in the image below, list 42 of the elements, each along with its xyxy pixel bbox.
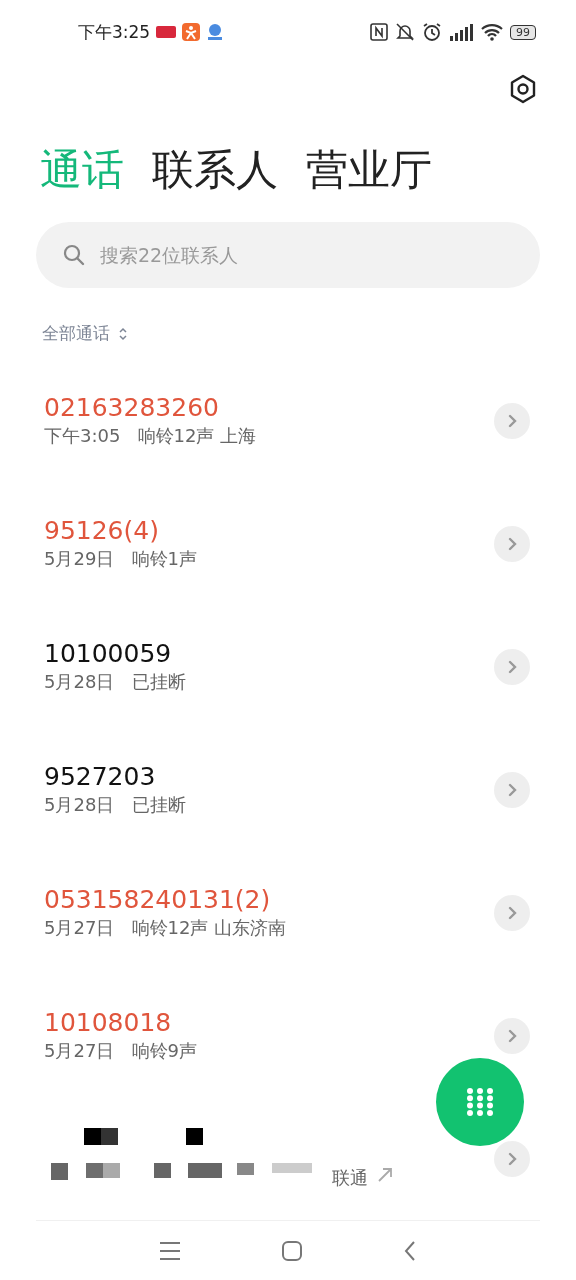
sort-caret-icon: [118, 326, 128, 341]
call-details: 5月27日 响铃12声 山东济南: [44, 916, 288, 940]
tab[interactable]: 营业厅: [306, 142, 432, 198]
details-button[interactable]: [494, 1017, 530, 1054]
details-button[interactable]: [494, 648, 530, 685]
signal-icon: [448, 22, 474, 42]
outgoing-arrow-icon: [376, 1165, 394, 1184]
details-button[interactable]: [494, 525, 530, 562]
home-button[interactable]: [281, 1239, 303, 1262]
call-details: 联通: [332, 1165, 368, 1190]
details-button[interactable]: [494, 402, 530, 439]
menu-button[interactable]: [159, 1240, 181, 1261]
call-details: 5月29日 响铃1声: [44, 547, 198, 571]
details-button[interactable]: [494, 894, 530, 931]
phone-number: 10100059: [44, 639, 173, 668]
details-button[interactable]: [494, 1140, 530, 1177]
phone-number: 02163283260: [44, 393, 220, 422]
search-field[interactable]: 搜索22位联系人: [36, 222, 540, 288]
call-details: 下午3:05 响铃12声 上海: [44, 424, 258, 448]
call-filter-dropdown[interactable]: 全部通话: [42, 322, 128, 345]
status-time: 下午3:25: [78, 20, 151, 44]
details-button[interactable]: [494, 771, 530, 808]
dialpad-icon: [466, 1087, 494, 1117]
app-notification-icon: [156, 26, 177, 38]
app-notification-icon: [206, 23, 225, 41]
alarm-icon: [422, 22, 442, 42]
call-details: 5月28日 已挂断: [44, 670, 187, 694]
nfc-icon: [370, 23, 388, 41]
phone-number: 95126(4): [44, 516, 160, 545]
wifi-icon: [480, 23, 504, 41]
mute-bell-icon: [394, 22, 416, 42]
app-notification-icon: [182, 23, 201, 41]
tab[interactable]: 联系人: [152, 142, 278, 198]
search-icon: [62, 243, 86, 267]
settings-button[interactable]: [508, 74, 538, 104]
back-button[interactable]: [403, 1239, 417, 1262]
call-details: 5月27日 响铃9声: [44, 1039, 198, 1063]
phone-number: 10108018: [44, 1008, 173, 1037]
call-details: 5月28日 已挂断: [44, 793, 187, 817]
phone-number: 053158240131(2): [44, 885, 272, 914]
battery-level: 99: [510, 24, 536, 40]
phone-number: 9527203: [44, 762, 157, 791]
